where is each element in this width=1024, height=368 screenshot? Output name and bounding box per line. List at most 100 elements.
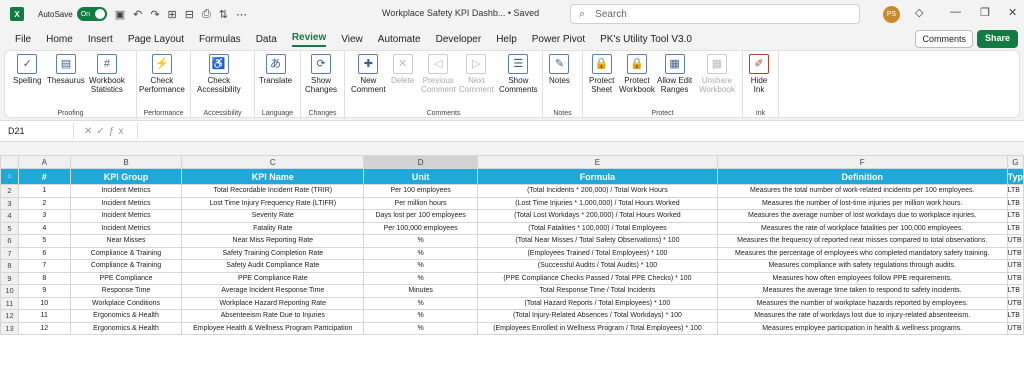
- tab-home[interactable]: Home: [46, 34, 73, 45]
- row-header[interactable]: 7: [0, 246, 19, 260]
- tab-power-pivot[interactable]: Power Pivot: [532, 34, 585, 45]
- cell-kpi-name[interactable]: Severity Rate: [181, 209, 365, 223]
- thesaurus-button[interactable]: ▤ Thesaurus: [47, 54, 85, 85]
- print-icon[interactable]: ⎙: [202, 8, 211, 21]
- cell-num[interactable]: 8: [17, 271, 71, 285]
- cell-kpi-name[interactable]: Average Incident Response Time: [181, 284, 365, 298]
- cell-definition[interactable]: Measures the rate of workplace fatalitie…: [716, 221, 1008, 235]
- more-icon[interactable]: ⋯: [236, 8, 247, 21]
- cell-unit[interactable]: %: [363, 259, 479, 273]
- cell-type[interactable]: UTB: [1006, 271, 1024, 285]
- row-header[interactable]: 9: [0, 271, 19, 285]
- delete-comment-button[interactable]: ✕ Delete: [391, 54, 414, 85]
- cell-kpi-name[interactable]: Absenteeism Rate Due to Injuries: [181, 309, 365, 323]
- protect-sheet-button[interactable]: 🔒 Protect Sheet: [589, 54, 614, 94]
- cell-formula[interactable]: Total Response Time / Total Incidents: [477, 284, 718, 298]
- header-type[interactable]: Typ: [1006, 168, 1024, 185]
- notes-button[interactable]: ✎ Notes: [549, 54, 570, 85]
- row-header[interactable]: 8: [0, 259, 19, 273]
- column-header-g[interactable]: G: [1006, 155, 1024, 169]
- cell-unit[interactable]: %: [363, 234, 479, 248]
- cell-type[interactable]: LTB: [1006, 284, 1024, 298]
- next-comment-button[interactable]: ▷ Next Comment: [459, 54, 494, 94]
- cell-definition[interactable]: Measures the percentage of employees who…: [716, 246, 1008, 260]
- comments-button[interactable]: Comments: [915, 30, 973, 48]
- cell-unit[interactable]: %: [363, 309, 479, 323]
- header-num[interactable]: #: [17, 168, 71, 185]
- cell-definition[interactable]: Measures the frequency of reported near …: [716, 234, 1008, 248]
- cell-unit[interactable]: %: [363, 321, 479, 335]
- cell-type[interactable]: UTB: [1006, 259, 1024, 273]
- cell-type[interactable]: UTB: [1006, 234, 1024, 248]
- close-icon[interactable]: ✕: [1008, 6, 1017, 19]
- column-header-a[interactable]: A: [17, 155, 71, 169]
- cell-unit[interactable]: %: [363, 246, 479, 260]
- cell-type[interactable]: UTB: [1006, 296, 1024, 310]
- show-changes-button[interactable]: ⟳ Show Changes: [305, 54, 337, 94]
- cell-kpi-name[interactable]: PPE Compliance Rate: [181, 271, 365, 285]
- cell-unit[interactable]: Days lost per 100 employees: [363, 209, 479, 223]
- cell-definition[interactable]: Measures the number of lost-time injurie…: [716, 196, 1008, 210]
- cell-kpi-group[interactable]: Near Misses: [69, 234, 183, 248]
- cell-num[interactable]: 11: [17, 309, 71, 323]
- column-header-c[interactable]: C: [181, 155, 365, 169]
- cell-unit[interactable]: %: [363, 271, 479, 285]
- autosave-toggle[interactable]: On: [76, 7, 107, 21]
- cell-kpi-name[interactable]: Safety Training Completion Rate: [181, 246, 365, 260]
- header-unit[interactable]: Unit: [363, 168, 479, 185]
- formula-input[interactable]: [137, 123, 1024, 139]
- cell-kpi-group[interactable]: Compliance & Training: [69, 259, 183, 273]
- column-header-b[interactable]: B: [69, 155, 183, 169]
- name-box[interactable]: D21: [6, 123, 74, 139]
- cell-num[interactable]: 7: [17, 259, 71, 273]
- cell-type[interactable]: UTB: [1006, 246, 1024, 260]
- cell-kpi-name[interactable]: Total Recordable Incident Rate (TRIR): [181, 184, 365, 198]
- restore-icon[interactable]: ❐: [980, 6, 990, 19]
- row-header[interactable]: 10: [0, 284, 19, 298]
- cell-kpi-group[interactable]: Ergonomics & Health: [69, 321, 183, 335]
- select-all-corner[interactable]: [0, 155, 19, 169]
- row-header[interactable]: 12: [0, 309, 19, 323]
- cell-definition[interactable]: Measures compliance with safety regulati…: [716, 259, 1008, 273]
- cell-type[interactable]: LTB: [1006, 221, 1024, 235]
- row-header[interactable]: 3: [0, 196, 19, 210]
- cell-kpi-name[interactable]: Lost Time Injury Frequency Rate (LTIFR): [181, 196, 365, 210]
- unshare-workbook-button[interactable]: ▦ Unshare Workbook: [699, 54, 735, 94]
- home-icon[interactable]: ⌂: [0, 168, 19, 185]
- row-header[interactable]: 6: [0, 234, 19, 248]
- cell-formula[interactable]: (Employees Enrolled in Wellness Program …: [477, 321, 718, 335]
- tab-file[interactable]: File: [15, 34, 31, 45]
- cell-definition[interactable]: Measures how often employees follow PPE …: [716, 271, 1008, 285]
- row-header[interactable]: 13: [0, 321, 19, 335]
- cell-kpi-name[interactable]: Safety Audit Compliance Rate: [181, 259, 365, 273]
- cell-num[interactable]: 4: [17, 221, 71, 235]
- cell-type[interactable]: UTB: [1006, 321, 1024, 335]
- header-kpi-name[interactable]: KPI Name: [181, 168, 365, 185]
- protect-workbook-button[interactable]: 🔒 Protect Workbook: [619, 54, 655, 94]
- cell-kpi-group[interactable]: Incident Metrics: [69, 209, 183, 223]
- allow-edit-ranges-button[interactable]: ▦ Allow Edit Ranges: [657, 54, 692, 94]
- cell-definition[interactable]: Measures the average number of lost work…: [716, 209, 1008, 223]
- cell-formula[interactable]: (Total Fatalities * 100,000) / Total Emp…: [477, 221, 718, 235]
- row-header[interactable]: 4: [0, 209, 19, 223]
- translate-button[interactable]: あ Translate: [259, 54, 292, 85]
- spelling-button[interactable]: ✓ Spelling: [13, 54, 41, 85]
- redo-icon[interactable]: ↷: [150, 8, 159, 21]
- cell-type[interactable]: LTB: [1006, 309, 1024, 323]
- cell-kpi-group[interactable]: Ergonomics & Health: [69, 309, 183, 323]
- cell-kpi-group[interactable]: Incident Metrics: [69, 196, 183, 210]
- cell-kpi-name[interactable]: Employee Health & Wellness Program Parti…: [181, 321, 365, 335]
- cell-formula[interactable]: (Total Near Misses / Total Safety Observ…: [477, 234, 718, 248]
- show-comments-button[interactable]: ☰ Show Comments: [499, 54, 538, 94]
- avatar[interactable]: PS: [883, 6, 900, 23]
- cell-kpi-group[interactable]: PPE Compliance: [69, 271, 183, 285]
- minimize-icon[interactable]: —: [950, 6, 961, 18]
- save-icon[interactable]: ▣: [115, 8, 125, 21]
- cell-kpi-name[interactable]: Near Miss Reporting Rate: [181, 234, 365, 248]
- header-kpi-group[interactable]: KPI Group: [69, 168, 183, 185]
- cell-num[interactable]: 10: [17, 296, 71, 310]
- cell-kpi-group[interactable]: Response Time: [69, 284, 183, 298]
- column-header-e[interactable]: E: [477, 155, 718, 169]
- cell-num[interactable]: 12: [17, 321, 71, 335]
- column-header-d[interactable]: D: [363, 155, 479, 169]
